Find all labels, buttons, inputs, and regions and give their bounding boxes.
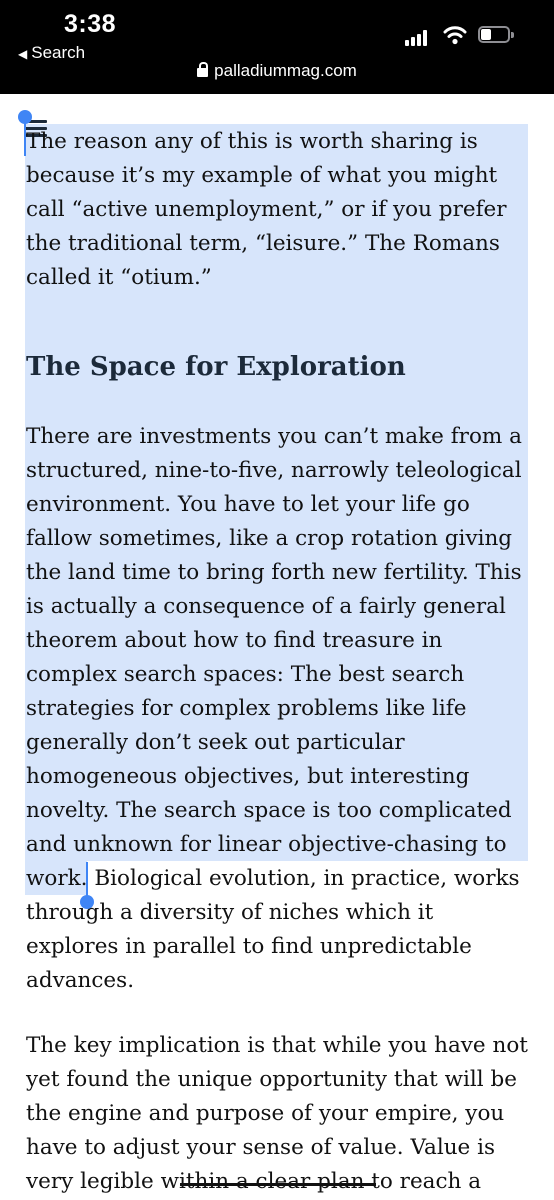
article-text-line: complex search spaces: The best search	[26, 662, 465, 687]
section-heading: The Space for Exploration	[26, 352, 406, 382]
article-text-line: environment. You have to let your life g…	[26, 492, 470, 517]
article-text-line: theorem about how to find treasure in	[26, 628, 443, 653]
selection-start-handle-bar[interactable]	[24, 120, 26, 156]
lock-icon	[197, 62, 209, 77]
article-text-line: generally don’t seek out particular	[26, 730, 405, 755]
back-label: Search	[31, 43, 86, 62]
article-text-line: the engine and purpose of your empire, y…	[26, 1101, 505, 1126]
back-to-search-button[interactable]: ◀ Search	[18, 43, 85, 63]
article-text-line: work. Biological evolution, in practice,…	[26, 866, 520, 891]
article-text-line: the traditional term, “leisure.” The Rom…	[26, 231, 500, 256]
selection-end-handle-bar[interactable]	[86, 862, 88, 898]
article-text-line: very legible within a clear plan to reac…	[26, 1169, 482, 1194]
url-text: palladiummag.com	[214, 61, 357, 80]
address-bar[interactable]: palladiummag.com	[0, 61, 554, 81]
article-text-line: yet found the unique opportunity that wi…	[26, 1067, 517, 1092]
battery-icon	[478, 26, 514, 44]
article-text-line: called it “otium.”	[26, 265, 212, 290]
article-text-line: because it’s my example of what you migh…	[26, 163, 498, 188]
cellular-signal-icon	[405, 30, 431, 46]
strikethrough-mark	[180, 1183, 376, 1186]
status-bar: 3:38 ◀ Search palladiummag.com	[0, 0, 554, 94]
article-text-line: The key implication is that while you ha…	[26, 1033, 528, 1058]
article-text-line: advances.	[26, 968, 135, 993]
wifi-icon	[443, 26, 467, 45]
article-text-line: strategies for complex problems like lif…	[26, 696, 467, 721]
article-text-line: and unknown for linear objective-chasing…	[26, 832, 507, 857]
article-text-line: There are investments you can’t make fro…	[26, 424, 522, 449]
status-time: 3:38	[64, 10, 117, 38]
article-text-line: through a diversity of niches which it	[26, 900, 434, 925]
article-text-line: the land time to bring forth new fertili…	[26, 560, 522, 585]
article-text-line: have to adjust your sense of value. Valu…	[26, 1135, 496, 1160]
selection-end-handle[interactable]	[80, 895, 94, 909]
article-text-line: The reason any of this is worth sharing …	[26, 129, 478, 154]
article-text-line: is actually a consequence of a fairly ge…	[26, 594, 506, 619]
article-text-line: homogeneous objectives, but interesting	[26, 764, 470, 789]
article-text-line: structured, nine-to-five, narrowly teleo…	[26, 458, 522, 483]
article-text-line: fallow sometimes, like a crop rotation g…	[26, 526, 513, 551]
article-text-line: call “active unemployment,” or if you pr…	[26, 197, 507, 222]
article-text-line: novelty. The search space is too complic…	[26, 798, 512, 823]
article-text-line: explores in parallel to find unpredictab…	[26, 934, 472, 959]
back-arrow-icon: ◀	[18, 47, 28, 61]
selection-start-handle[interactable]	[18, 110, 32, 124]
